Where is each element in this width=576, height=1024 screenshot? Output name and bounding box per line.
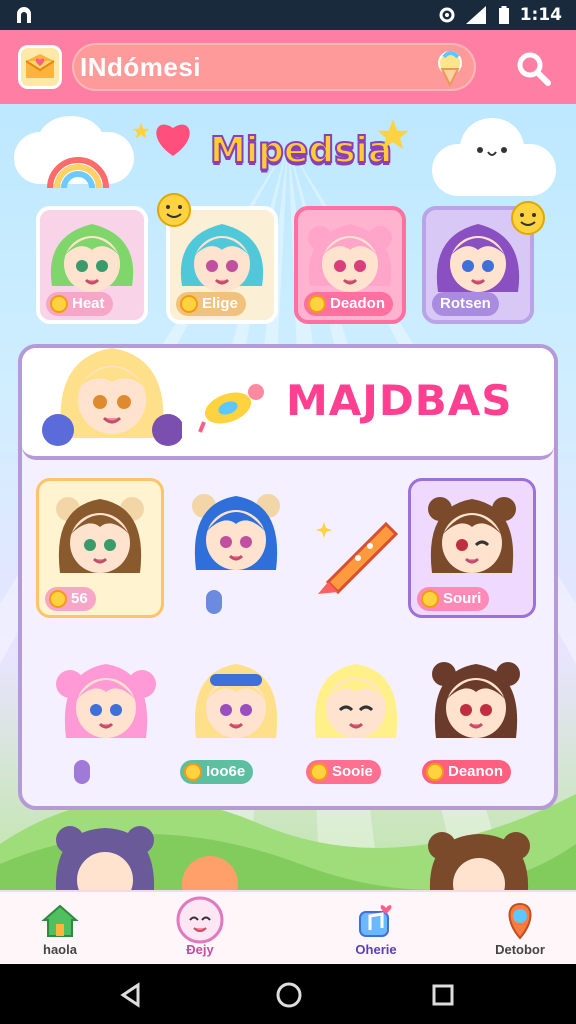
character-name-tag bbox=[206, 590, 222, 614]
character-portrait bbox=[194, 664, 278, 738]
character-card[interactable]: Sooie bbox=[292, 648, 420, 788]
character-portrait bbox=[428, 497, 516, 573]
nav-daily[interactable]: Ðejy bbox=[140, 892, 260, 966]
recents-icon[interactable] bbox=[430, 982, 456, 1008]
character-card[interactable]: Deadon bbox=[294, 206, 406, 324]
coin-icon bbox=[184, 763, 202, 781]
coin-icon bbox=[421, 590, 439, 608]
search-text[interactable]: INdómesi bbox=[80, 52, 201, 83]
magic-wand-slot[interactable] bbox=[298, 478, 426, 618]
envelope-icon bbox=[25, 54, 55, 78]
smiley-icon bbox=[511, 201, 545, 235]
nav-daily-label: Ðejy bbox=[186, 942, 214, 957]
nav-music-label: Oherie bbox=[355, 942, 397, 957]
system-navigation-bar bbox=[0, 964, 576, 1024]
signal-icon bbox=[465, 6, 486, 24]
coin-icon bbox=[180, 295, 198, 313]
peeking-character-left bbox=[55, 826, 155, 890]
coin-icon bbox=[310, 763, 328, 781]
ice-cream-icon bbox=[438, 51, 462, 87]
character-card[interactable]: Ioo6e bbox=[172, 648, 300, 788]
character-portrait bbox=[56, 664, 156, 738]
status-bar: 1:14 bbox=[0, 0, 576, 30]
coin-icon bbox=[50, 295, 68, 313]
heart-icon bbox=[156, 124, 190, 156]
character-card[interactable] bbox=[42, 648, 170, 788]
character-select-panel: MAJDBAS 56 Souri Ioo6e Sooie Deanon bbox=[18, 344, 558, 810]
character-name-tag: Deanon bbox=[422, 760, 512, 784]
nav-home-label: haola bbox=[43, 942, 77, 957]
character-card[interactable]: Souri bbox=[408, 478, 536, 618]
nav-home[interactable]: haola bbox=[0, 892, 120, 966]
nav-profile[interactable]: Detobor bbox=[460, 892, 576, 966]
character-portrait bbox=[314, 664, 398, 738]
character-portrait bbox=[50, 224, 134, 292]
character-name-tag: 56 bbox=[45, 587, 96, 611]
banner-character-portrait bbox=[42, 348, 182, 446]
coin-icon bbox=[49, 590, 67, 608]
bottom-navigation: haola Ðejy Oherie Detobor bbox=[0, 890, 576, 966]
panel-banner: MAJDBAS bbox=[22, 348, 554, 460]
character-card[interactable]: Heat bbox=[36, 206, 148, 324]
profile-icon bbox=[508, 902, 532, 940]
character-name-tag bbox=[74, 760, 90, 784]
battery-icon bbox=[498, 6, 509, 24]
app-header: INdómesi bbox=[0, 30, 576, 104]
coin-icon bbox=[426, 763, 444, 781]
home-icon bbox=[41, 904, 79, 937]
character-portrait bbox=[56, 497, 144, 573]
nav-profile-label: Detobor bbox=[495, 942, 545, 957]
character-portrait bbox=[308, 224, 392, 292]
rainbow-icon bbox=[47, 157, 109, 189]
star-icon bbox=[377, 119, 409, 150]
star-icon bbox=[132, 122, 150, 139]
character-card[interactable] bbox=[172, 478, 300, 618]
character-name-tag: Deadon bbox=[304, 292, 394, 316]
character-name-tag: Heat bbox=[46, 292, 113, 316]
character-name-tag: Rotsen bbox=[432, 292, 499, 316]
character-portrait bbox=[180, 224, 264, 292]
search-icon[interactable] bbox=[514, 49, 554, 89]
character-card[interactable]: 56 bbox=[36, 478, 164, 618]
cloud-face-icon bbox=[477, 147, 507, 156]
smiley-icon bbox=[157, 193, 191, 227]
status-time: 1:14 bbox=[519, 5, 562, 25]
character-name-tag: Ioo6e bbox=[180, 760, 254, 784]
character-portrait bbox=[432, 662, 520, 738]
character-card[interactable]: Deanon bbox=[412, 648, 540, 788]
banner-title: MAJDBAS bbox=[286, 376, 513, 425]
character-name-tag: Sooie bbox=[306, 760, 381, 784]
candy-icon bbox=[198, 384, 264, 433]
character-portrait bbox=[192, 494, 280, 570]
app-notification-icon bbox=[17, 7, 31, 23]
search-bar[interactable]: INdómesi bbox=[72, 43, 476, 91]
character-name-tag: Elige bbox=[176, 292, 246, 316]
music-icon bbox=[359, 905, 392, 937]
app-logo[interactable] bbox=[18, 45, 62, 89]
back-icon[interactable] bbox=[118, 982, 144, 1008]
main-scene: Mipedsia Heat Elige Deadon Rotsen MAJDBA… bbox=[0, 104, 576, 890]
mascot-icon bbox=[176, 896, 224, 944]
peeking-character-right bbox=[428, 832, 530, 890]
coin-icon bbox=[308, 295, 326, 313]
game-logo-title: Mipedsia bbox=[209, 129, 393, 172]
settings-icon bbox=[439, 7, 455, 23]
nav-music[interactable]: Oherie bbox=[316, 892, 436, 966]
home-circle-icon[interactable] bbox=[274, 980, 304, 1010]
magic-wand-icon bbox=[316, 521, 399, 595]
character-name-tag: Souri bbox=[417, 587, 490, 611]
